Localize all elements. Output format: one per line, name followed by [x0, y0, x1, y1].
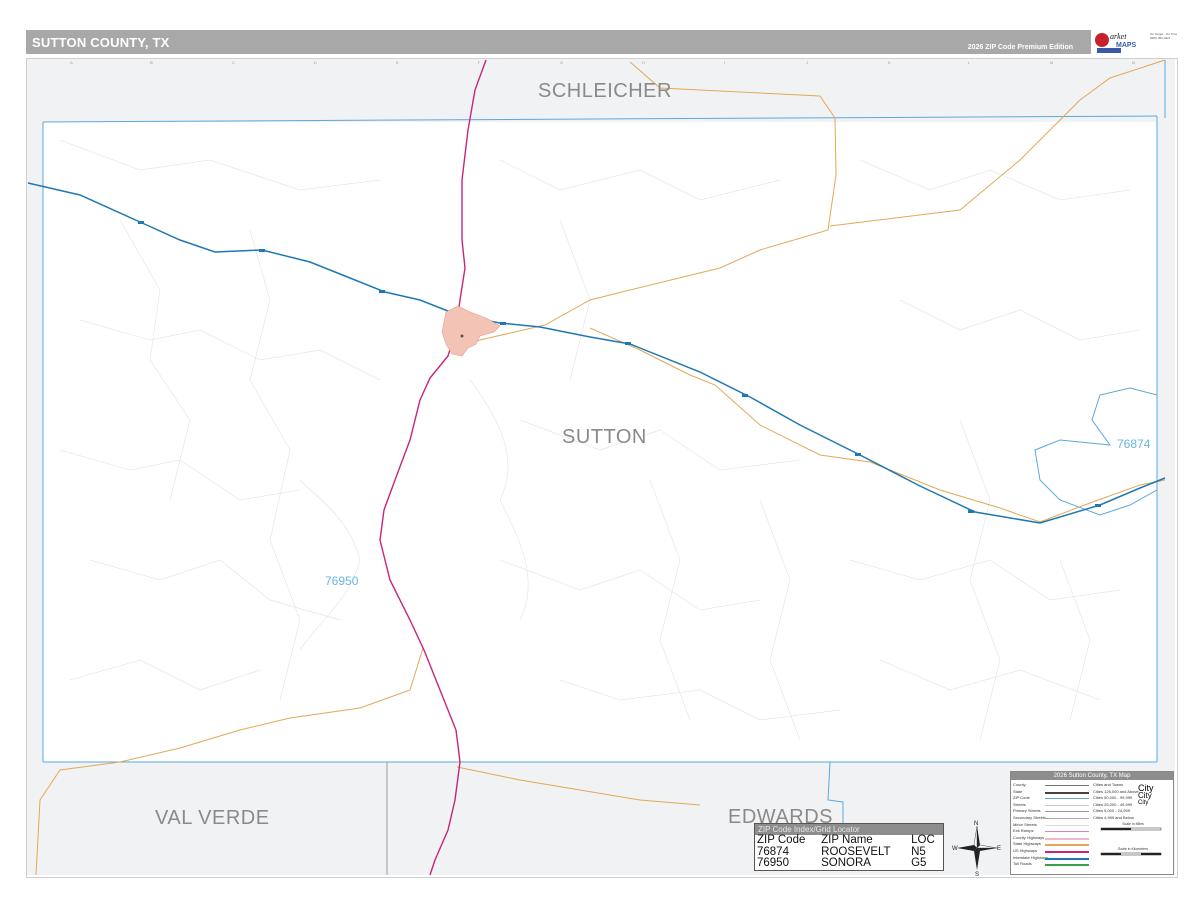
legend-item: ZIP Code: [1013, 795, 1089, 802]
svg-text:G: G: [560, 60, 563, 65]
compass-n: N: [974, 821, 978, 827]
legend-swatch: [1045, 824, 1089, 826]
legend-item: Exit Ramps: [1013, 828, 1089, 835]
legend-swatch: [1045, 791, 1089, 794]
legend-item: State: [1013, 788, 1089, 796]
legend-swatch: [1045, 857, 1089, 860]
legend-item-label: Minor Streets: [1013, 821, 1037, 827]
legend-item-label: County: [1013, 782, 1026, 787]
svg-text:A: A: [70, 60, 73, 65]
zip-index-cell: SONORA: [821, 857, 871, 869]
zip-index-grid: ZIP Code ZIP Name LOC 76874 ROOSEVELT N5…: [755, 834, 943, 870]
logo-info: On Target · On Time (800) 453-4321: [1150, 32, 1198, 40]
legend-swatch: [1045, 804, 1089, 806]
compass-w: W: [952, 846, 958, 852]
compass-rose-icon: N S W E: [952, 821, 1001, 876]
legend-item: Primary Streets: [1013, 808, 1089, 815]
svg-text:K: K: [888, 60, 891, 65]
legend-item-label: Streets: [1013, 801, 1026, 807]
legend-item-label: Secondary Streets: [1013, 814, 1046, 820]
logo-phone: (800) 453-4321: [1150, 36, 1171, 40]
zip-index-cell: G5: [911, 857, 927, 869]
county-label-sutton: SUTTON: [562, 426, 647, 448]
legend-item: Minor Streets: [1013, 821, 1089, 829]
zip-index-header-cell: ZIP Name: [821, 834, 873, 846]
map-canvas: ABC DEF GHI JKL MN: [27, 59, 1175, 876]
edition-label: 2026 ZIP Code Premium Edition: [967, 44, 1073, 51]
scale-bar-km: [1100, 852, 1162, 856]
legend-swatch: [1045, 864, 1089, 867]
legend-item-label: ZIP Code: [1013, 795, 1030, 801]
legend-swatch: [1045, 785, 1089, 786]
zip-index-header-row: ZIP Code ZIP Name LOC: [755, 834, 943, 847]
legend-city-row: Cities 5,000 - 24,999: [1093, 808, 1130, 814]
sonora-city-dot: [460, 334, 464, 338]
scale-bar-miles: [1100, 827, 1162, 831]
legend-item: Secondary Streets: [1013, 814, 1089, 822]
county-label-val-verde: VAL VERDE: [155, 807, 270, 829]
legend-city-sample: City: [1138, 791, 1152, 800]
svg-text:MAPS: MAPS: [1116, 42, 1137, 49]
legend-city-row: Cities 25,000 - 49,999: [1093, 801, 1133, 807]
svg-text:D: D: [314, 60, 317, 65]
zip-index-header-cell: LOC: [911, 834, 935, 846]
legend-city-sample: City: [1138, 800, 1149, 806]
legend-item-label: State Highways: [1013, 841, 1041, 847]
legend-city-samples: City City City: [1138, 784, 1154, 807]
zip-index-header-cell: ZIP Code: [757, 834, 806, 846]
legend-item: Interstate Highways: [1013, 854, 1089, 862]
zip-label-76950: 76950: [325, 574, 359, 588]
svg-text:B: B: [150, 60, 153, 65]
legend-item: County: [1013, 782, 1089, 789]
legend-swatch: [1045, 837, 1089, 840]
legend-city-row: Cities 4,999 and Below: [1093, 814, 1134, 820]
title-bar: SUTTON COUNTY, TX 2026 ZIP Code Premium …: [26, 30, 1091, 54]
legend-item-label: State: [1013, 788, 1023, 794]
legend-swatch: [1045, 811, 1089, 813]
legend-item-label: County Highways: [1013, 834, 1045, 840]
legend-item-label: Exit Ramps: [1013, 828, 1034, 834]
county-label-schleicher: SCHLEICHER: [538, 80, 672, 102]
svg-text:J: J: [806, 60, 808, 65]
legend-swatch: [1045, 831, 1089, 833]
map-title: SUTTON COUNTY, TX: [32, 35, 170, 50]
legend-item: Streets: [1013, 801, 1089, 809]
zip-index-row: 76950 SONORA G5: [755, 857, 943, 870]
svg-text:H: H: [642, 60, 645, 65]
legend-swatch: [1045, 844, 1089, 847]
legend-swatch: [1045, 817, 1089, 819]
legend-items: County State ZIP Code Streets Primary St…: [1013, 782, 1089, 868]
legend-item: US Highways: [1013, 847, 1089, 855]
svg-text:I: I: [724, 60, 725, 65]
legend-item: County Highways: [1013, 834, 1089, 842]
legend-city-row: Cities 125,000 and Above: [1093, 788, 1139, 794]
svg-text:C: C: [232, 60, 235, 65]
legend-item: Toll Roads: [1013, 861, 1089, 868]
legend-item-label: Primary Streets: [1013, 808, 1041, 814]
legend-item-label: US Highways: [1013, 847, 1038, 853]
legend-item-label: Interstate Highways: [1013, 854, 1049, 860]
svg-text:N: N: [1132, 60, 1135, 65]
legend-city-row: Cities 50,000 - 99,999: [1093, 795, 1133, 801]
zip-index-table: ZIP Code Index/Grid Locator ZIP Code ZIP…: [754, 823, 944, 871]
svg-text:arket: arket: [1110, 32, 1127, 41]
market-maps-logo: arket MAPS: [1094, 30, 1148, 56]
legend-item-label: Toll Roads: [1013, 861, 1032, 867]
legend-cities-header: Cities and Towns: [1093, 782, 1124, 787]
svg-text:E: E: [396, 60, 399, 65]
legend-title: 2026 Sutton County, TX Map: [1011, 772, 1173, 780]
legend-scale: Scale in Miles Scale in Kilometers: [1095, 822, 1171, 858]
legend-swatch: [1045, 850, 1089, 853]
compass-s: S: [975, 872, 979, 876]
map-legend: 2026 Sutton County, TX Map County State …: [1010, 771, 1174, 875]
legend-swatch: [1045, 798, 1089, 800]
svg-text:M: M: [1050, 60, 1053, 65]
legend-item: State Highways: [1013, 841, 1089, 848]
compass-e: E: [997, 846, 1001, 852]
zip-label-76874: 76874: [1117, 437, 1151, 451]
zip-index-cell: 76950: [757, 857, 789, 869]
legend-cities: Cities and Towns Cities 125,000 and Abov…: [1093, 782, 1171, 822]
